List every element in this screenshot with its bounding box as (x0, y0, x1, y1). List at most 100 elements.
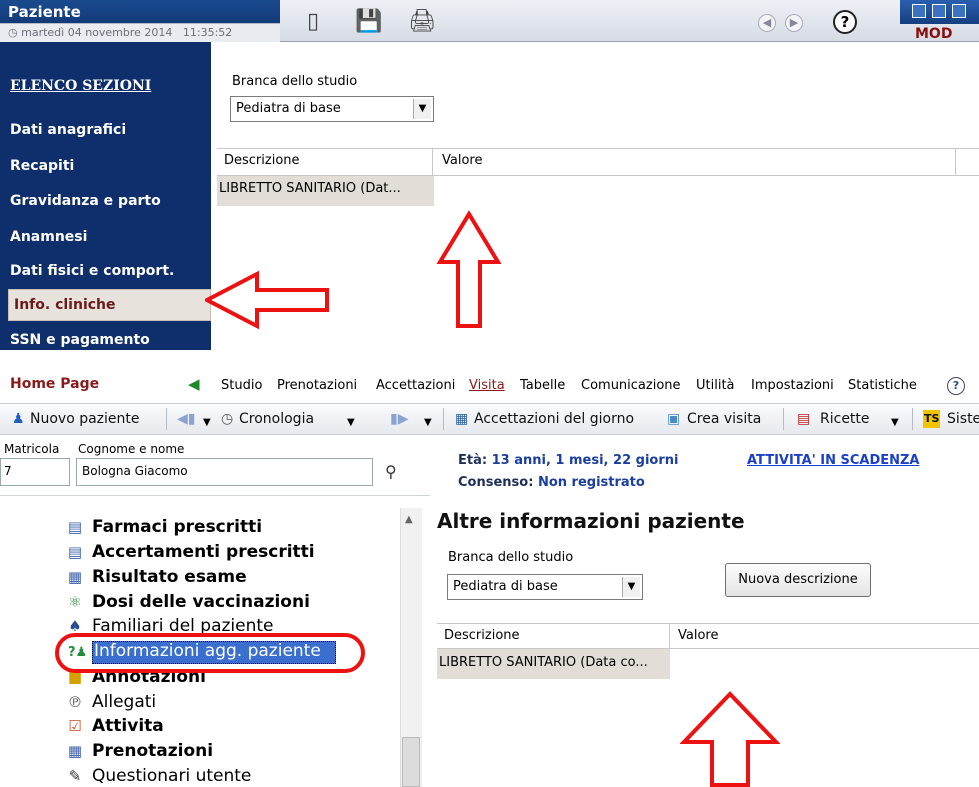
tree-item-risultato[interactable]: ▦ Risultato esame (66, 567, 247, 587)
column-header-descrizione[interactable]: Descrizione (224, 153, 300, 168)
sidebar-item-dati-fisici[interactable]: Dati fisici e comport. (10, 263, 174, 279)
column-header-valore[interactable]: Valore (678, 628, 718, 643)
cronologia-button[interactable]: Cronologia (239, 411, 314, 427)
nuova-descrizione-button[interactable]: Nuova descrizione (725, 563, 871, 597)
menu-comunicazione[interactable]: Comunicazione (581, 378, 681, 393)
toolbar-separator (912, 408, 913, 430)
nav-forward-icon[interactable]: ▶ (785, 14, 803, 32)
matricola-value: 7 (4, 464, 12, 478)
sidebar-item-gravidanza[interactable]: Gravidanza e parto (10, 193, 161, 209)
menu-statistiche[interactable]: Statistiche (848, 378, 917, 393)
menu-studio[interactable]: Studio (221, 378, 262, 393)
eta-label: Età: (458, 453, 488, 468)
menu-visita[interactable]: Visita (469, 378, 505, 393)
search-icon[interactable]: ⚲ (385, 462, 397, 481)
sidebar-item-ssn[interactable]: SSN e pagamento (10, 332, 150, 348)
tree-item-label: Dosi delle vaccinazioni (92, 592, 310, 612)
screenshot-gap (0, 350, 979, 370)
chevron-down-icon[interactable]: ▼ (347, 414, 355, 432)
up-arrow-annotation (680, 691, 780, 787)
consenso-label: Consenso: (458, 475, 534, 490)
chevron-down-icon[interactable]: ▼ (622, 577, 640, 597)
tree-item-prenotazioni[interactable]: ▦ Prenotazioni (66, 741, 213, 761)
menu-prenotazioni[interactable]: Prenotazioni (277, 378, 357, 393)
ts-icon: TS (923, 410, 941, 428)
form-icon: ✎ (68, 767, 82, 785)
cognome-label: Cognome e nome (78, 442, 185, 456)
maximize-button[interactable] (932, 4, 946, 18)
user-icon: ♟ (12, 411, 25, 427)
matricola-label: Matricola (4, 442, 60, 456)
toolbar-separator (783, 408, 784, 430)
accettazioni-icon: ▦ (455, 411, 469, 427)
column-divider (432, 148, 433, 176)
datetime-display: ◷ martedì 04 novembre 2014 11:35:52 (8, 26, 233, 39)
tree-item-attivita[interactable]: ☑ Attivita (66, 716, 164, 736)
datetime-value: martedì 04 novembre 2014 11:35:52 (21, 26, 233, 39)
save-icon[interactable]: 💾 (355, 10, 382, 34)
tree-item-label: Attivita (92, 716, 164, 736)
tree-item-label: Risultato esame (92, 567, 247, 587)
branca-label: Branca dello studio (448, 550, 574, 565)
crea-visita-icon: ▣ (667, 411, 681, 427)
ricette-icon: ▤ (797, 411, 811, 427)
column-divider (955, 148, 956, 176)
branca-label: Branca dello studio (232, 74, 358, 89)
column-header-valore[interactable]: Valore (442, 153, 482, 168)
chevron-down-icon[interactable]: ▼ (203, 414, 211, 432)
accettazioni-giorno-button[interactable]: Accettazioni del giorno (474, 411, 634, 427)
column-divider (669, 623, 670, 649)
tree-item-label: Accertamenti prescritti (92, 542, 315, 562)
sidebar-title[interactable]: ELENCO SEZIONI (10, 78, 151, 94)
left-arrow-annotation (205, 270, 329, 330)
grid-header (217, 148, 979, 176)
sidebar-item-anamnesi[interactable]: Anamnesi (10, 229, 87, 245)
sidebar-item-recapiti[interactable]: Recapiti (10, 158, 74, 174)
print-icon[interactable]: 🖨 (408, 10, 436, 34)
paperclip-icon: ℗ (67, 693, 83, 711)
nuovo-paziente-button[interactable]: Nuovo paziente (30, 411, 140, 427)
table-cell: LIBRETTO SANITARIO (Data co... (439, 655, 648, 670)
tree-item-farmaci[interactable]: ▤ Farmaci prescritti (66, 517, 262, 537)
eta-info: Età: 13 anni, 1 mesi, 22 giorni (458, 453, 678, 468)
ricette-button[interactable]: Ricette (820, 411, 870, 427)
eta-value: 13 anni, 1 mesi, 22 giorni (491, 453, 679, 468)
vaccine-icon: ⚛ (68, 593, 82, 611)
scrollbar-thumb[interactable] (402, 737, 420, 787)
menu-utilita[interactable]: Utilità (696, 378, 735, 393)
minimize-button[interactable] (912, 4, 926, 18)
branca-select-value: Pediatra di base (453, 579, 558, 594)
calendar-icon: ▦ (67, 742, 83, 760)
tree-item-allegati[interactable]: ℗ Allegati (66, 692, 157, 712)
home-page-link[interactable]: Home Page (10, 376, 99, 392)
crea-visita-button[interactable]: Crea visita (687, 411, 761, 427)
back-arrow-icon[interactable]: ◀ (188, 377, 206, 392)
sidebar-item-dati-anagrafici[interactable]: Dati anagrafici (10, 122, 126, 138)
help-icon[interactable]: ? (947, 377, 965, 395)
eraser-icon[interactable]: ▯ (300, 10, 326, 34)
chevron-down-icon[interactable]: ▼ (424, 414, 432, 432)
column-header-descrizione[interactable]: Descrizione (444, 628, 520, 643)
toolbar-separator (443, 408, 444, 430)
chevron-down-icon[interactable]: ▼ (891, 414, 899, 432)
sidebar-item-info-cliniche[interactable]: Info. cliniche (14, 297, 116, 313)
list-icon: ▤ (67, 518, 83, 536)
tree-item-vaccinazioni[interactable]: ⚛ Dosi delle vaccinazioni (66, 592, 310, 612)
menu-tabelle[interactable]: Tabelle (520, 378, 565, 393)
help-button[interactable]: ? (833, 10, 857, 34)
close-button[interactable] (952, 4, 966, 18)
back-icon[interactable]: ◀▮ (177, 410, 195, 428)
chevron-down-icon[interactable]: ▼ (413, 99, 431, 119)
menu-accettazioni[interactable]: Accettazioni (376, 378, 455, 393)
cognome-value: Bologna Giacomo (82, 464, 188, 478)
forward-icon[interactable]: ▮▶ (390, 410, 408, 428)
scroll-up-icon[interactable]: ▲ (405, 514, 413, 525)
panel-title: Altre informazioni paziente (437, 509, 745, 533)
menu-impostazioni[interactable]: Impostazioni (751, 378, 834, 393)
sistema-button[interactable]: Siste (947, 411, 979, 427)
nav-back-icon[interactable]: ◀ (758, 14, 776, 32)
attivita-scadenza-link[interactable]: ATTIVITA' IN SCADENZA (747, 453, 920, 468)
tree-item-accertamenti[interactable]: ▤ Accertamenti prescritti (66, 542, 315, 562)
tree-item-questionari[interactable]: ✎ Questionari utente (66, 766, 252, 786)
window-title: Paziente (8, 3, 81, 21)
